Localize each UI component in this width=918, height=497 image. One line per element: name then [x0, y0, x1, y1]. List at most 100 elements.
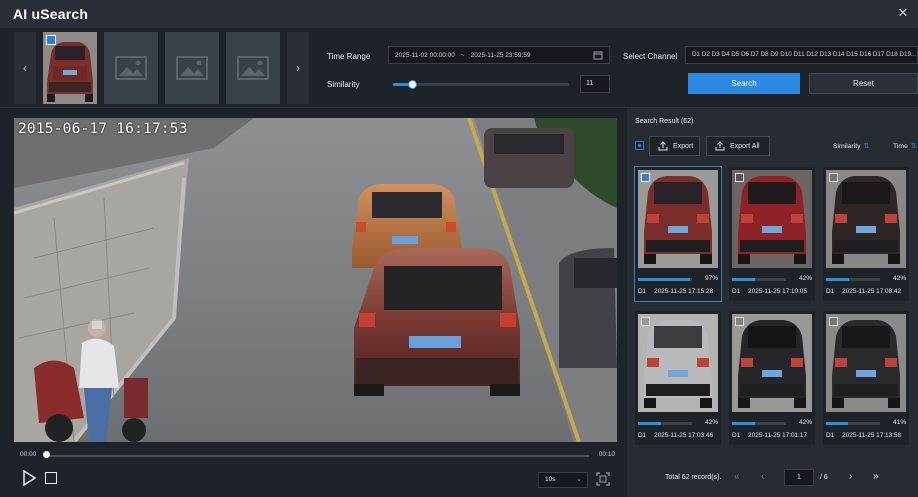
result-card[interactable]: 42% D1 2025-11-25 17:03:46	[635, 311, 721, 445]
prev-page-button[interactable]: ‹	[761, 471, 764, 482]
result-vehicle-image	[732, 314, 812, 412]
close-icon[interactable]: ✕	[894, 4, 912, 22]
result-time: 2025-11-25 17:10:05	[748, 288, 808, 295]
similarity-percent: 42%	[704, 419, 718, 426]
result-checkbox[interactable]	[735, 317, 744, 326]
similarity-bar	[732, 278, 786, 281]
sort-arrows-icon: ⇅	[863, 143, 870, 150]
result-meta: D1 2025-11-25 17:08:42	[826, 288, 901, 295]
capture-thumbnail-empty[interactable]	[165, 32, 219, 104]
result-channel: D1	[638, 432, 647, 439]
result-card[interactable]: 41% D1 2025-11-25 17:13:58	[823, 311, 909, 445]
similarity-bar-fill	[638, 422, 661, 425]
similarity-slider[interactable]	[393, 80, 569, 89]
strip-next-button[interactable]: ›	[287, 32, 309, 104]
search-result-panel: Search Result (62) Export Export All Sim…	[627, 108, 918, 497]
sort-by-similarity[interactable]: Similarity ⇅	[833, 142, 869, 150]
sort-time-label: Time	[893, 143, 908, 150]
channel-select[interactable]: D1 D2 D3 D4 D5 D6 D7 D8 D9 D10 D11 D12 D…	[685, 46, 918, 64]
result-checkbox[interactable]	[735, 173, 744, 182]
result-time: 2025-11-25 17:15:28	[654, 288, 714, 295]
chevron-down-icon: ⌄	[576, 476, 582, 483]
result-time: 2025-11-25 17:03:46	[654, 432, 714, 439]
result-checkbox[interactable]	[641, 173, 650, 182]
time-range-separator: ~	[460, 51, 465, 59]
similarity-percent: 42%	[798, 275, 812, 282]
clip-length-select[interactable]: 10s ⌄	[538, 472, 588, 488]
playback-start-time: 00:00	[20, 451, 37, 458]
title-bar: AI uSearch ✕	[0, 0, 918, 28]
export-icon	[658, 141, 668, 151]
result-checkbox[interactable]	[829, 173, 838, 182]
result-vehicle-image	[638, 170, 718, 268]
result-vehicle-image	[826, 170, 906, 268]
similarity-bar	[732, 422, 786, 425]
last-page-button[interactable]: »	[873, 471, 879, 482]
pagination: Total 62 record(s). « ‹ 1 / 6 › »	[627, 468, 918, 488]
similarity-bar-fill	[826, 422, 849, 425]
result-card[interactable]: 42% D1 2025-11-25 17:01:17	[729, 311, 815, 445]
stop-icon[interactable]	[45, 472, 57, 484]
video-frame-image	[14, 118, 617, 442]
calendar-icon	[593, 51, 603, 60]
export-all-label: Export All	[730, 142, 760, 150]
result-meta: D1 2025-11-25 17:10:05	[732, 288, 807, 295]
play-icon[interactable]	[22, 470, 36, 486]
similarity-slider-handle[interactable]	[408, 80, 418, 89]
reset-button[interactable]: Reset	[809, 73, 918, 94]
selected-check-icon	[46, 35, 56, 45]
time-start-value: 2025-11-02 00:00:00	[395, 51, 455, 59]
sort-similarity-label: Similarity	[833, 143, 861, 150]
export-all-icon	[715, 141, 725, 151]
select-all-checkbox[interactable]	[635, 141, 644, 150]
result-vehicle-image	[826, 314, 906, 412]
search-result-title: Search Result (62)	[635, 118, 694, 125]
export-all-button[interactable]: Export All	[706, 136, 770, 156]
playback-timeline[interactable]: 00:00 00:10	[14, 445, 617, 465]
app-title: AI uSearch	[13, 6, 89, 22]
result-channel: D1	[732, 288, 741, 295]
playback-end-time: 00:10	[598, 451, 615, 458]
image-placeholder-icon	[237, 56, 269, 80]
search-criteria-panel: ‹ › Time Range 2025-11-02 00:00:00 ~ 202…	[0, 28, 918, 108]
fullscreen-icon[interactable]	[596, 472, 610, 486]
app-window: AI uSearch ✕ ‹ › Time Range 2025-11-02 0…	[0, 0, 918, 497]
time-end-value: 2025-11-25 23:59:59	[470, 51, 531, 59]
result-vehicle-image	[638, 314, 718, 412]
playback-progress-handle[interactable]	[43, 451, 50, 458]
page-number-input[interactable]: 1	[784, 469, 814, 486]
capture-thumbnail-empty[interactable]	[104, 32, 158, 104]
result-checkbox[interactable]	[829, 317, 838, 326]
result-channel: D1	[732, 432, 741, 439]
similarity-input[interactable]: 11	[580, 75, 610, 93]
result-channel: D1	[638, 288, 647, 295]
time-range-picker[interactable]: 2025-11-02 00:00:00 ~ 2025-11-25 23:59:5…	[388, 46, 610, 64]
similarity-label: Similarity	[327, 80, 360, 89]
result-channel: D1	[826, 432, 835, 439]
result-meta: D1 2025-11-25 17:15:28	[638, 288, 713, 295]
result-time: 2025-11-25 17:01:17	[748, 432, 808, 439]
result-checkbox[interactable]	[641, 317, 650, 326]
video-player[interactable]: 2015-06-17 16:17:53	[14, 118, 617, 442]
result-card[interactable]: 42% D1 2025-11-25 17:10:05	[729, 167, 815, 301]
search-button[interactable]: Search	[688, 73, 800, 94]
first-page-button[interactable]: «	[734, 471, 740, 482]
similarity-percent: 42%	[798, 419, 812, 426]
result-card[interactable]: 42% D1 2025-11-25 17:08:42	[823, 167, 909, 301]
result-meta: D1 2025-11-25 17:13:58	[826, 432, 901, 439]
similarity-bar-fill	[826, 278, 849, 281]
similarity-bar-fill	[732, 422, 755, 425]
strip-prev-button[interactable]: ‹	[14, 32, 36, 104]
next-page-button[interactable]: ›	[849, 471, 852, 482]
result-time: 2025-11-25 17:08:42	[842, 288, 902, 295]
capture-thumbnail-strip: ‹ ›	[14, 32, 312, 104]
similarity-bar	[638, 278, 692, 281]
result-meta: D1 2025-11-25 17:03:46	[638, 432, 713, 439]
capture-thumbnail-selected[interactable]	[43, 32, 97, 104]
capture-thumbnail-empty[interactable]	[226, 32, 280, 104]
sort-by-time[interactable]: Time ⇅	[893, 142, 917, 150]
result-card[interactable]: 97% D1 2025-11-25 17:15:28	[634, 166, 722, 302]
export-button[interactable]: Export	[649, 136, 700, 156]
playback-progress-track[interactable]	[45, 455, 589, 457]
similarity-bar-fill	[638, 278, 691, 281]
